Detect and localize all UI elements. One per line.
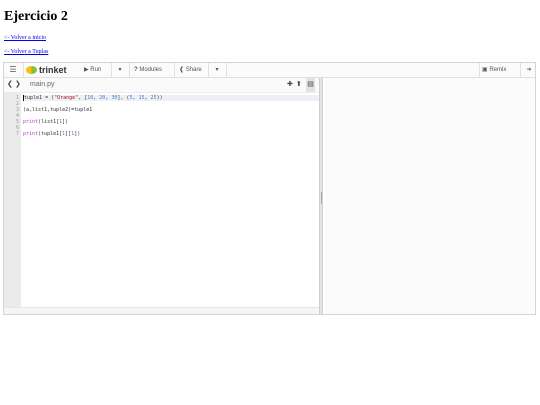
share-label: Share	[185, 67, 202, 73]
editor-pane: ❮ ❯ main.py ✚ ⬆ ▤ 1 2 3 4 5 6 7 tuple1 =…	[4, 78, 319, 307]
code-editor[interactable]: 1 2 3 4 5 6 7 tuple1 = ("Orange", [10, 2…	[4, 93, 319, 307]
bars-icon: ☰	[9, 65, 17, 74]
chevron-right-icon[interactable]: ❯	[15, 78, 21, 92]
trinket-embed: ☰ trinket ▶ Run ▾ ? Modules ❰ Share ▾ ▣ …	[3, 62, 536, 315]
run-button[interactable]: ▶ Run	[84, 63, 108, 77]
play-icon: ▶	[84, 67, 89, 73]
chevron-left-icon[interactable]: ❮	[7, 78, 13, 92]
remix-button[interactable]: ▣ Remix	[482, 63, 518, 77]
code-line: print(tuple1[1][1])	[23, 131, 81, 137]
caret-down-icon: ▾	[118, 67, 122, 73]
trinket-logo-icon	[26, 66, 37, 74]
add-file-icon[interactable]: ✚	[287, 78, 294, 92]
splitter-grip[interactable]	[321, 192, 322, 204]
login-button[interactable]: ➜	[523, 63, 535, 77]
share-options-dropdown[interactable]: ▾	[211, 63, 223, 77]
page-title: Ejercicio 2	[4, 9, 68, 24]
editor-footer	[4, 307, 319, 314]
modules-button[interactable]: ? Modules	[134, 63, 170, 77]
line-gutter: 1 2 3 4 5 6 7	[4, 93, 21, 307]
trinket-logo[interactable]: trinket	[26, 63, 78, 77]
line-number: 7	[15, 131, 19, 137]
run-label: Run	[90, 67, 102, 73]
file-tab-main[interactable]: main.py	[30, 78, 55, 92]
share-button[interactable]: ❰ Share	[179, 63, 207, 77]
output-pane	[325, 78, 535, 314]
divider	[23, 63, 24, 77]
divider	[226, 63, 227, 77]
run-options-dropdown[interactable]: ▾	[114, 63, 126, 77]
code-lines: tuple1 = ("Orange", [10, 20, 30], (5, 15…	[23, 95, 319, 137]
question-icon: ?	[134, 67, 138, 73]
menu-button[interactable]: ☰	[4, 63, 22, 77]
divider	[129, 63, 130, 77]
divider	[174, 63, 175, 77]
file-bar: ❮ ❯ main.py ✚ ⬆ ▤	[4, 78, 319, 93]
line-numbers: 1 2 3 4 5 6 7	[4, 95, 19, 137]
divider	[111, 63, 112, 77]
back-to-home-link[interactable]: <- Volver a inicio	[4, 34, 46, 42]
logo-text: trinket	[39, 65, 67, 75]
file-menu-icon[interactable]: ▤	[306, 78, 315, 92]
divider	[479, 63, 480, 77]
back-to-tuples-link[interactable]: <- Volver a Tuplas	[4, 48, 48, 56]
divider	[208, 63, 209, 77]
text-cursor	[23, 95, 24, 101]
upload-icon[interactable]: ⬆	[296, 78, 304, 92]
sign-in-icon: ➜	[526, 67, 532, 73]
pane-splitter[interactable]	[319, 78, 323, 314]
remix-label: Remix	[489, 67, 507, 73]
remix-icon: ▣	[482, 67, 488, 73]
modules-label: Modules	[139, 67, 163, 73]
divider	[520, 63, 521, 77]
caret-down-icon: ▾	[215, 67, 219, 73]
toolbar: ☰ trinket ▶ Run ▾ ? Modules ❰ Share ▾ ▣ …	[4, 63, 535, 78]
share-icon: ❰	[179, 67, 185, 73]
